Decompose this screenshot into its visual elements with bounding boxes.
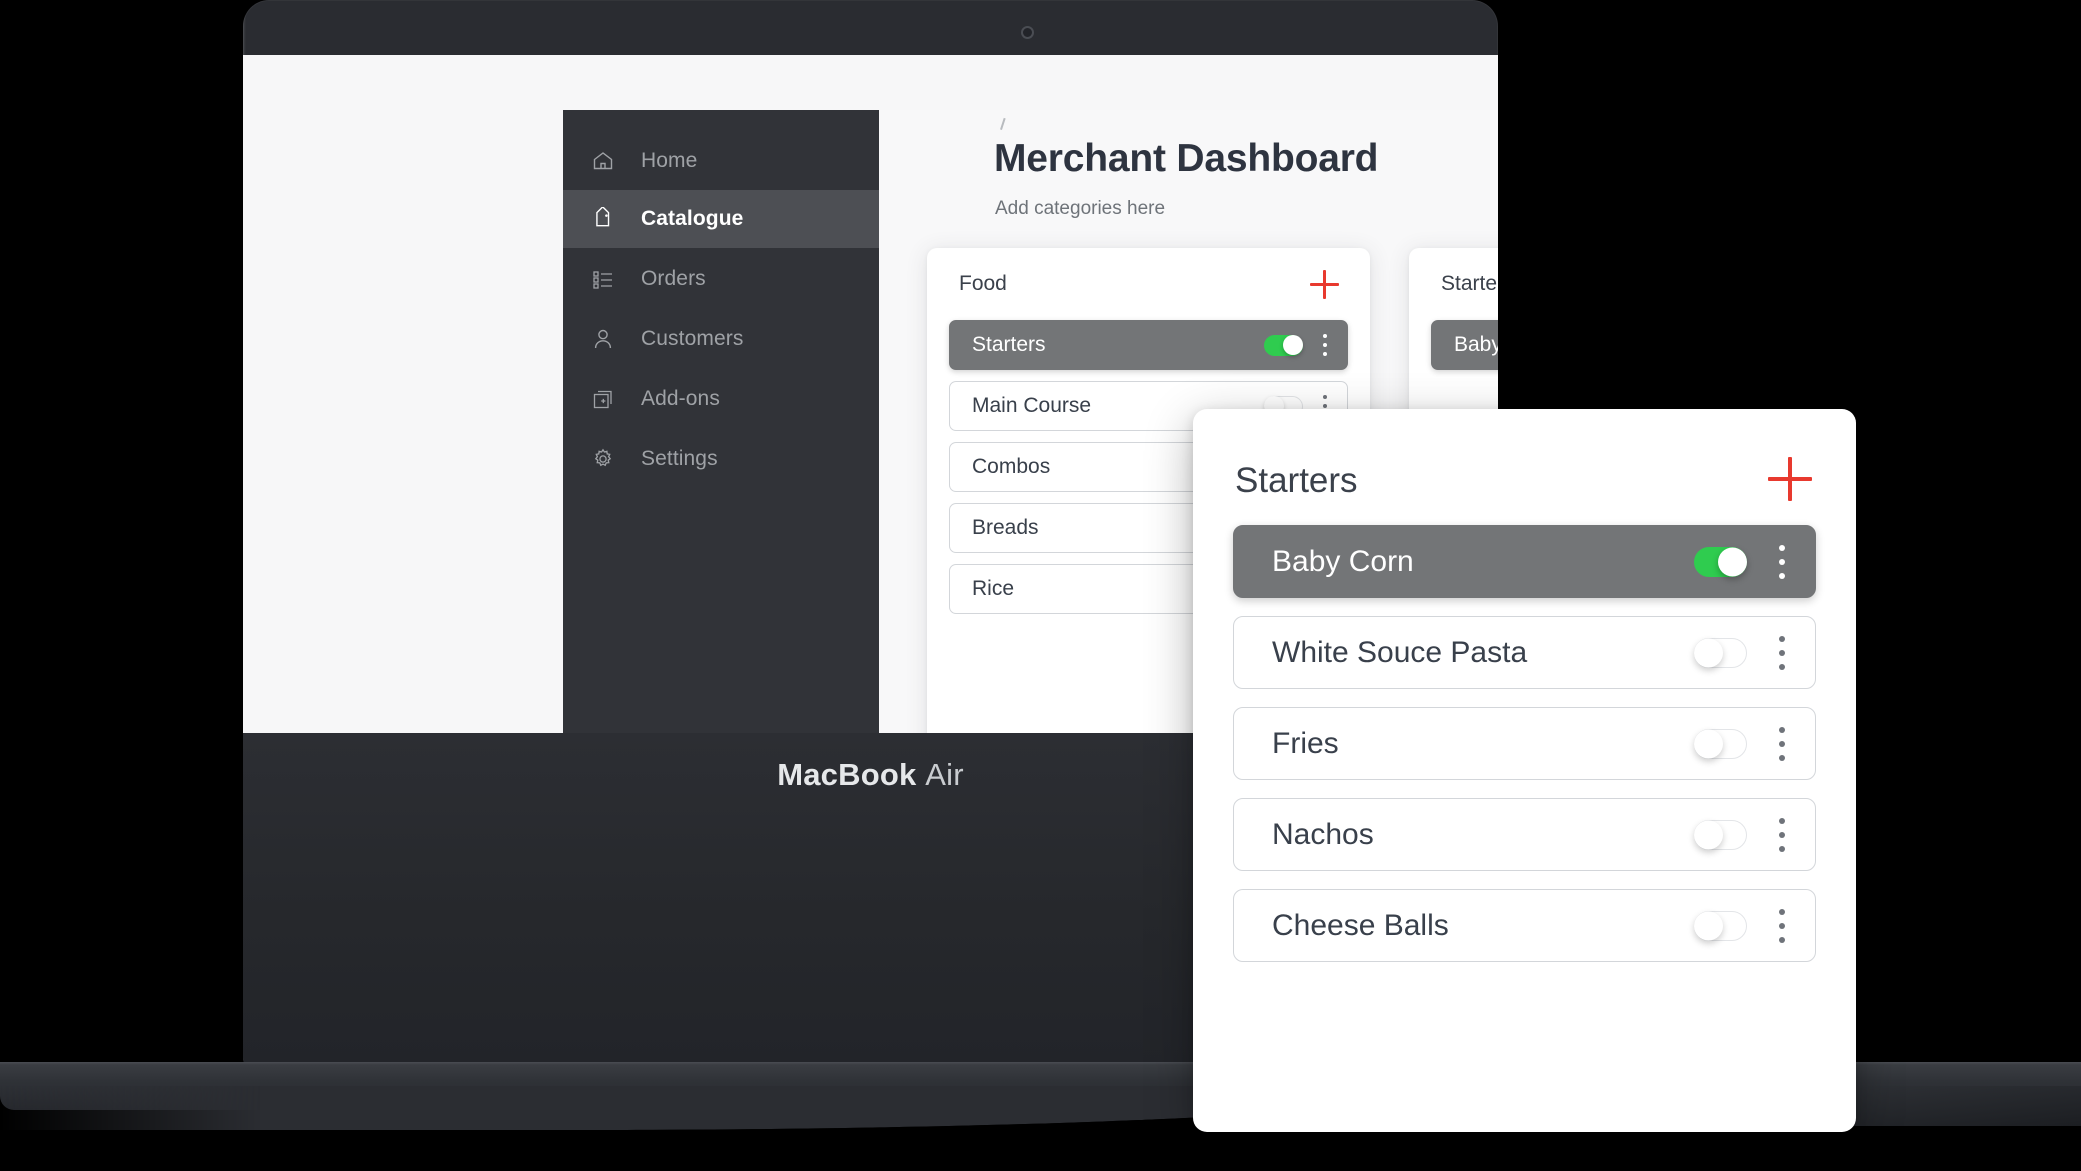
- sidebar-item-label: Orders: [641, 267, 706, 290]
- modal-row-list: Baby Corn White Souce Pasta Fries Nachos: [1193, 525, 1856, 962]
- row-toggle[interactable]: [1264, 334, 1303, 356]
- sidebar-item-label: Home: [641, 149, 698, 172]
- list-item[interactable]: Nachos: [1233, 798, 1816, 871]
- list-item[interactable]: Baby Corn: [1233, 525, 1816, 598]
- person-icon: [590, 326, 616, 352]
- modal-header: Starters: [1193, 409, 1856, 525]
- gear-icon: [590, 446, 616, 472]
- sidebar: Home Catalogue Orders Customers Add-ons …: [563, 110, 879, 733]
- list-item[interactable]: White Souce Pasta: [1233, 616, 1816, 689]
- sidebar-item-label: Add-ons: [641, 387, 720, 410]
- list-item-toggle[interactable]: [1694, 910, 1747, 941]
- row-label: Starters: [972, 333, 1046, 356]
- row-label: Baby Corn: [1454, 333, 1498, 356]
- table-row[interactable]: Starters: [949, 320, 1348, 370]
- kebab-menu-icon[interactable]: [1769, 906, 1795, 946]
- tag-icon: [590, 206, 616, 232]
- list-item[interactable]: Fries: [1233, 707, 1816, 780]
- list-item-label: Baby Corn: [1272, 544, 1414, 578]
- brand-text: MacBook Air: [777, 757, 964, 1068]
- card-title: Starters: [1441, 272, 1498, 295]
- list-item-toggle[interactable]: [1694, 637, 1747, 668]
- home-icon: [590, 148, 616, 174]
- list-item-label: White Souce Pasta: [1272, 635, 1528, 669]
- list-item-toggle[interactable]: [1694, 546, 1747, 577]
- list-item[interactable]: Cheese Balls: [1233, 889, 1816, 962]
- page-title: Merchant Dashboard: [994, 137, 1379, 180]
- kebab-menu-icon[interactable]: [1769, 724, 1795, 764]
- table-row[interactable]: Baby Corn: [1431, 320, 1498, 370]
- card-header: Food: [927, 248, 1370, 320]
- list-item-label: Cheese Balls: [1272, 908, 1449, 942]
- sidebar-item-label: Customers: [641, 327, 744, 350]
- toggle-knob: [1718, 547, 1747, 576]
- sidebar-item-customers[interactable]: Customers: [563, 310, 879, 368]
- brand-name-light: Air: [925, 757, 964, 792]
- sidebar-item-orders[interactable]: Orders: [563, 250, 879, 308]
- kebab-menu-icon[interactable]: [1315, 331, 1335, 359]
- sidebar-item-settings[interactable]: Settings: [563, 430, 879, 488]
- card-row-list: Baby Corn: [1409, 320, 1498, 370]
- list-item-label: Nachos: [1272, 817, 1374, 851]
- modal-title: Starters: [1235, 461, 1358, 500]
- list-icon: [590, 266, 616, 292]
- brand-name-bold: MacBook: [777, 757, 917, 792]
- toggle-knob: [1283, 335, 1303, 355]
- list-item-toggle[interactable]: [1694, 728, 1747, 759]
- sidebar-item-add-ons[interactable]: Add-ons: [563, 370, 879, 428]
- add-square-icon: [590, 386, 616, 412]
- page-subtitle: Add categories here: [995, 198, 1166, 219]
- kebab-menu-icon[interactable]: [1769, 633, 1795, 673]
- toggle-knob: [1694, 729, 1723, 758]
- card-header: Starters: [1409, 248, 1498, 320]
- sidebar-item-label: Settings: [641, 447, 718, 470]
- camera-dot-icon: [1021, 26, 1034, 39]
- screenshot-stage: Home Catalogue Orders Customers Add-ons …: [0, 0, 2081, 1171]
- starters-detail-panel: Starters Baby Corn White Souce Pasta Fri…: [1193, 409, 1856, 1132]
- sidebar-item-home[interactable]: Home: [563, 132, 879, 190]
- plus-icon[interactable]: [1304, 264, 1344, 304]
- toggle-knob: [1694, 911, 1723, 940]
- plus-icon[interactable]: [1762, 451, 1818, 507]
- decorative-tick-icon: [994, 116, 1006, 130]
- list-item-toggle[interactable]: [1694, 819, 1747, 850]
- sidebar-item-catalogue[interactable]: Catalogue: [563, 190, 879, 248]
- kebab-menu-icon[interactable]: [1769, 542, 1795, 582]
- card-title: Food: [959, 272, 1007, 295]
- sidebar-item-label: Catalogue: [641, 207, 744, 230]
- toggle-knob: [1694, 820, 1723, 849]
- toggle-knob: [1694, 638, 1723, 667]
- list-item-label: Fries: [1272, 726, 1339, 760]
- kebab-menu-icon[interactable]: [1769, 815, 1795, 855]
